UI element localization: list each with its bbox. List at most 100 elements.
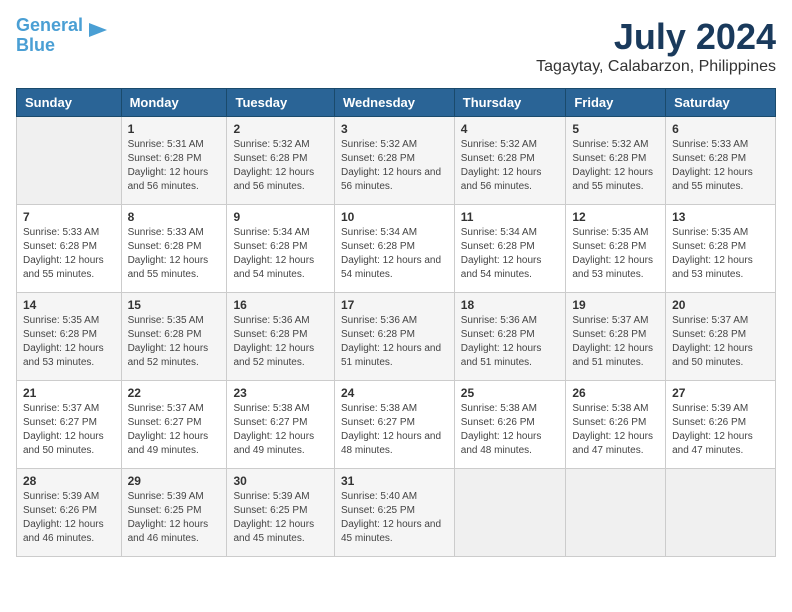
weekday-header-monday: Monday [121, 89, 227, 117]
calendar-cell: 15 Sunrise: 5:35 AMSunset: 6:28 PMDayligh… [121, 293, 227, 381]
day-number: 20 [672, 298, 769, 312]
calendar-title: July 2024 [536, 16, 776, 58]
day-number: 18 [461, 298, 560, 312]
day-number: 26 [572, 386, 659, 400]
weekday-header-row: SundayMondayTuesdayWednesdayThursdayFrid… [17, 89, 776, 117]
day-detail: Sunrise: 5:34 AMSunset: 6:28 PMDaylight:… [233, 226, 328, 282]
title-section: July 2024 Tagaytay, Calabarzon, Philippi… [536, 16, 776, 76]
day-detail: Sunrise: 5:38 AMSunset: 6:27 PMDaylight:… [341, 402, 448, 458]
day-detail: Sunrise: 5:35 AMSunset: 6:28 PMDaylight:… [572, 226, 659, 282]
calendar-cell: 13 Sunrise: 5:35 AMSunset: 6:28 PMDayligh… [666, 205, 776, 293]
weekday-header-friday: Friday [566, 89, 666, 117]
day-number: 5 [572, 122, 659, 136]
calendar-cell: 12 Sunrise: 5:35 AMSunset: 6:28 PMDayligh… [566, 205, 666, 293]
day-detail: Sunrise: 5:35 AMSunset: 6:28 PMDaylight:… [128, 314, 221, 370]
calendar-cell: 5 Sunrise: 5:32 AMSunset: 6:28 PMDaylight… [566, 117, 666, 205]
weekday-header-thursday: Thursday [454, 89, 566, 117]
calendar-cell: 27Sunrise: 5:39 AMSunset: 6:26 PMDayligh… [666, 381, 776, 469]
calendar-cell: 11 Sunrise: 5:34 AMSunset: 6:28 PMDayligh… [454, 205, 566, 293]
calendar-cell: 20 Sunrise: 5:37 AMSunset: 6:28 PMDayligh… [666, 293, 776, 381]
day-detail: Sunrise: 5:39 AMSunset: 6:26 PMDaylight:… [23, 490, 115, 546]
day-number: 16 [233, 298, 328, 312]
day-number: 2 [233, 122, 328, 136]
day-number: 6 [672, 122, 769, 136]
day-number: 24 [341, 386, 448, 400]
calendar-cell: 21 Sunrise: 5:37 AMSunset: 6:27 PMDayligh… [17, 381, 122, 469]
day-detail: Sunrise: 5:39 AMSunset: 6:25 PMDaylight:… [128, 490, 221, 546]
weekday-header-tuesday: Tuesday [227, 89, 335, 117]
calendar-cell: 25Sunrise: 5:38 AMSunset: 6:26 PMDayligh… [454, 381, 566, 469]
calendar-cell [566, 469, 666, 557]
calendar-cell: 29Sunrise: 5:39 AMSunset: 6:25 PMDayligh… [121, 469, 227, 557]
day-detail: Sunrise: 5:37 AMSunset: 6:28 PMDaylight:… [572, 314, 659, 370]
day-number: 13 [672, 210, 769, 224]
day-detail: Sunrise: 5:32 AMSunset: 6:28 PMDaylight:… [341, 138, 448, 194]
day-number: 1 [128, 122, 221, 136]
day-detail: Sunrise: 5:37 AMSunset: 6:28 PMDaylight:… [672, 314, 769, 370]
calendar-subtitle: Tagaytay, Calabarzon, Philippines [536, 58, 776, 76]
day-number: 4 [461, 122, 560, 136]
day-detail: Sunrise: 5:33 AMSunset: 6:28 PMDaylight:… [672, 138, 769, 194]
day-number: 8 [128, 210, 221, 224]
calendar-header: SundayMondayTuesdayWednesdayThursdayFrid… [17, 89, 776, 117]
calendar-week-1: 1Sunrise: 5:31 AMSunset: 6:28 PMDaylight… [17, 117, 776, 205]
day-detail: Sunrise: 5:38 AMSunset: 6:26 PMDaylight:… [461, 402, 560, 458]
day-detail: Sunrise: 5:32 AMSunset: 6:28 PMDaylight:… [461, 138, 560, 194]
day-detail: Sunrise: 5:32 AMSunset: 6:28 PMDaylight:… [233, 138, 328, 194]
day-number: 28 [23, 474, 115, 488]
day-detail: Sunrise: 5:35 AMSunset: 6:28 PMDaylight:… [672, 226, 769, 282]
day-number: 30 [233, 474, 328, 488]
day-detail: Sunrise: 5:37 AMSunset: 6:27 PMDaylight:… [128, 402, 221, 458]
day-number: 23 [233, 386, 328, 400]
calendar-week-5: 28 Sunrise: 5:39 AMSunset: 6:26 PMDayligh… [17, 469, 776, 557]
calendar-body: 1Sunrise: 5:31 AMSunset: 6:28 PMDaylight… [17, 117, 776, 557]
day-number: 3 [341, 122, 448, 136]
calendar-cell: 19Sunrise: 5:37 AMSunset: 6:28 PMDayligh… [566, 293, 666, 381]
day-number: 11 [461, 210, 560, 224]
day-detail: Sunrise: 5:38 AMSunset: 6:27 PMDaylight:… [233, 402, 328, 458]
calendar-cell: 24 Sunrise: 5:38 AMSunset: 6:27 PMDayligh… [334, 381, 454, 469]
calendar-cell: 26 Sunrise: 5:38 AMSunset: 6:26 PMDayligh… [566, 381, 666, 469]
day-detail: Sunrise: 5:35 AMSunset: 6:28 PMDaylight:… [23, 314, 115, 370]
calendar-cell: 3 Sunrise: 5:32 AMSunset: 6:28 PMDaylight… [334, 117, 454, 205]
day-detail: Sunrise: 5:40 AMSunset: 6:25 PMDaylight:… [341, 490, 448, 546]
calendar-cell: 9Sunrise: 5:34 AMSunset: 6:28 PMDaylight… [227, 205, 335, 293]
calendar-table: SundayMondayTuesdayWednesdayThursdayFrid… [16, 88, 776, 557]
logo: General Blue [16, 16, 109, 56]
logo-text: General Blue [16, 15, 83, 55]
day-number: 14 [23, 298, 115, 312]
day-detail: Sunrise: 5:39 AMSunset: 6:25 PMDaylight:… [233, 490, 328, 546]
page-header: General Blue July 2024 Tagaytay, Calabar… [16, 16, 776, 76]
day-number: 21 [23, 386, 115, 400]
calendar-cell: 7Sunrise: 5:33 AMSunset: 6:28 PMDaylight… [17, 205, 122, 293]
day-detail: Sunrise: 5:37 AMSunset: 6:27 PMDaylight:… [23, 402, 115, 458]
day-detail: Sunrise: 5:36 AMSunset: 6:28 PMDaylight:… [461, 314, 560, 370]
weekday-header-sunday: Sunday [17, 89, 122, 117]
calendar-week-4: 21 Sunrise: 5:37 AMSunset: 6:27 PMDayligh… [17, 381, 776, 469]
calendar-cell: 31Sunrise: 5:40 AMSunset: 6:25 PMDayligh… [334, 469, 454, 557]
calendar-cell: 22Sunrise: 5:37 AMSunset: 6:27 PMDayligh… [121, 381, 227, 469]
day-detail: Sunrise: 5:33 AMSunset: 6:28 PMDaylight:… [23, 226, 115, 282]
day-number: 12 [572, 210, 659, 224]
logo-blue: Blue [16, 35, 55, 55]
calendar-cell: 18 Sunrise: 5:36 AMSunset: 6:28 PMDayligh… [454, 293, 566, 381]
weekday-header-wednesday: Wednesday [334, 89, 454, 117]
calendar-cell: 4 Sunrise: 5:32 AMSunset: 6:28 PMDaylight… [454, 117, 566, 205]
calendar-cell [666, 469, 776, 557]
day-detail: Sunrise: 5:38 AMSunset: 6:26 PMDaylight:… [572, 402, 659, 458]
day-detail: Sunrise: 5:34 AMSunset: 6:28 PMDaylight:… [461, 226, 560, 282]
calendar-cell: 23 Sunrise: 5:38 AMSunset: 6:27 PMDayligh… [227, 381, 335, 469]
day-number: 15 [128, 298, 221, 312]
logo-arrow-icon [87, 19, 109, 41]
calendar-cell [17, 117, 122, 205]
calendar-cell: 1Sunrise: 5:31 AMSunset: 6:28 PMDaylight… [121, 117, 227, 205]
day-number: 27 [672, 386, 769, 400]
day-detail: Sunrise: 5:33 AMSunset: 6:28 PMDaylight:… [128, 226, 221, 282]
calendar-cell: 30 Sunrise: 5:39 AMSunset: 6:25 PMDayligh… [227, 469, 335, 557]
day-detail: Sunrise: 5:32 AMSunset: 6:28 PMDaylight:… [572, 138, 659, 194]
calendar-week-2: 7Sunrise: 5:33 AMSunset: 6:28 PMDaylight… [17, 205, 776, 293]
logo-general: General [16, 15, 83, 35]
day-detail: Sunrise: 5:36 AMSunset: 6:28 PMDaylight:… [341, 314, 448, 370]
calendar-cell: 14 Sunrise: 5:35 AMSunset: 6:28 PMDayligh… [17, 293, 122, 381]
calendar-week-3: 14 Sunrise: 5:35 AMSunset: 6:28 PMDayligh… [17, 293, 776, 381]
